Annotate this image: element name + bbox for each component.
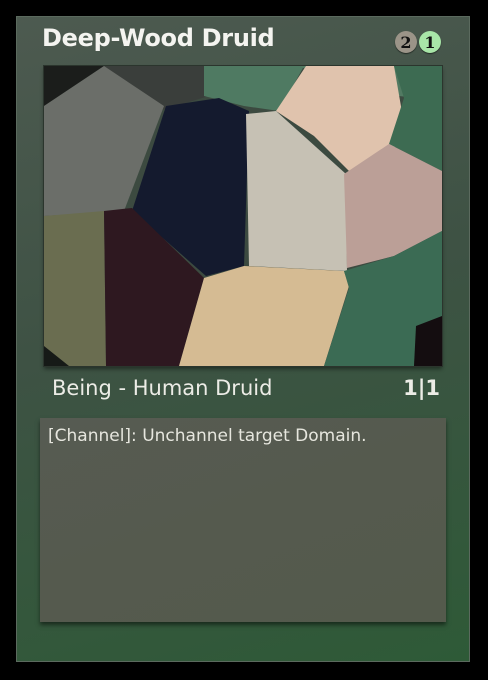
art-region-tan xyxy=(179,266,349,366)
rules-text: [Channel]: Unchannel target Domain. xyxy=(48,426,367,446)
card-art xyxy=(44,66,442,366)
rules-text-box: [Channel]: Unchannel target Domain. xyxy=(40,418,446,622)
type-line: Being - Human Druid xyxy=(52,376,273,400)
card-title: Deep-Wood Druid xyxy=(42,24,275,52)
art-region-olive xyxy=(44,211,106,366)
green-mana-symbol: 1 xyxy=(419,31,441,53)
generic-mana-symbol: 2 xyxy=(395,31,417,53)
card[interactable]: Deep-Wood Druid 2 1 Being - Human Druid … xyxy=(0,0,488,680)
power-toughness: 1|1 xyxy=(403,376,440,400)
mana-cost: 2 1 xyxy=(395,31,441,55)
